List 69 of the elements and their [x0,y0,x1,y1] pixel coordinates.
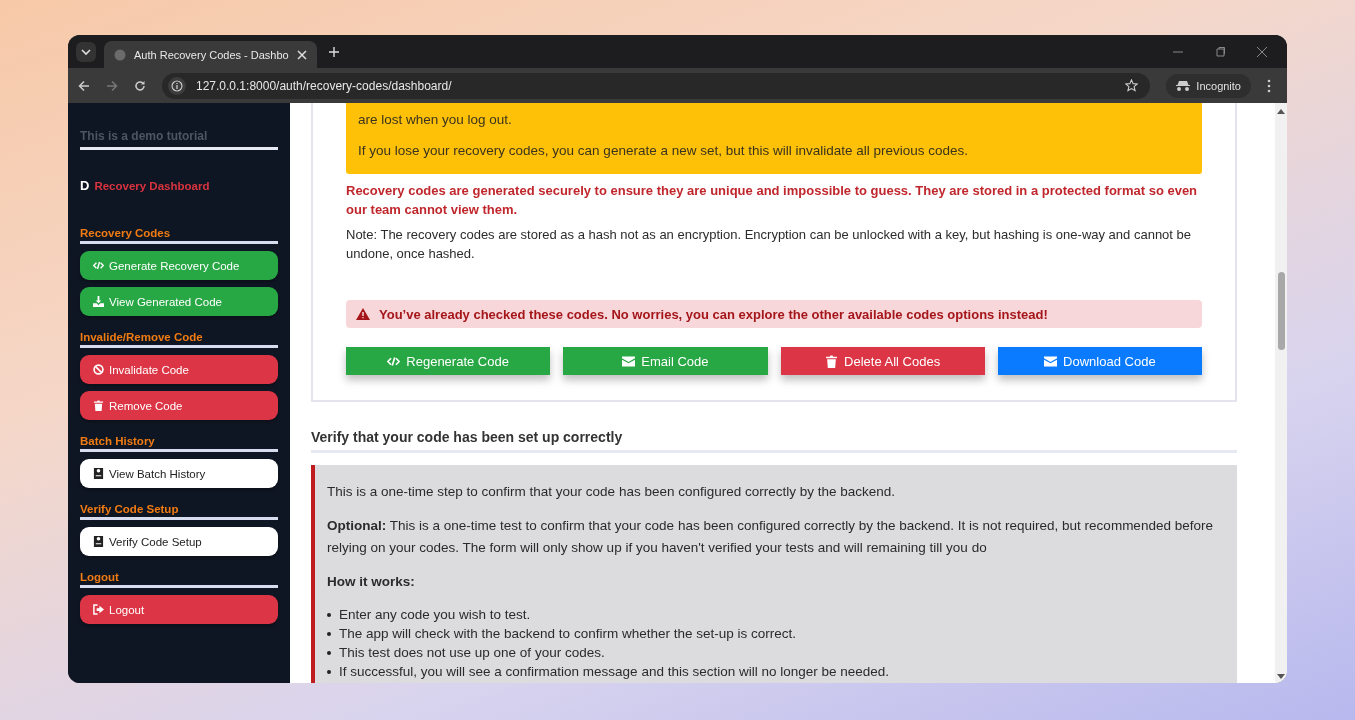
intro-text: This is a one-time step to confirm that your code has been configured correctly by the backend. [327,483,897,501]
trash-icon [93,400,104,411]
step-text: The app will check with the backend to confirm whether the set-up is correct. [339,625,796,643]
browser-tab[interactable]: Auth Recovery Codes - Dashbo [104,41,317,68]
book-icon [93,536,104,547]
section-heading: Verify that your code has been set up correctly [311,429,1237,453]
incognito-icon [1176,80,1191,91]
sidebar-button[interactable]: Generate Recovery Code [80,251,278,280]
bullet-icon [327,669,331,674]
logout-icon [93,604,104,615]
scroll-up-icon[interactable] [1277,109,1285,114]
scroll-thumb[interactable] [1277,272,1285,350]
section-title: Verify Code Setup [80,499,278,520]
sidebar-button[interactable]: Verify Code Setup [80,527,278,556]
code-icon [93,260,104,271]
sidebar-button[interactable]: Invalidate Code [80,355,278,384]
envelope-icon [622,354,636,368]
section-title: Invalide/Remove Code [80,327,278,348]
back-icon[interactable] [78,79,90,92]
action-button[interactable]: Download Code [997,347,1202,375]
security-text: Recovery codes are generated securely to ensure they are unique and impossible to guess. They are stored in a protected format so even our team cannot view them. [346,182,1199,219]
tab-list-button[interactable] [76,41,96,62]
sidebar-button[interactable]: Remove Code [80,391,278,420]
step-text: Enter any code you wish to test. [339,606,531,624]
bullet-icon [327,650,331,655]
section-title: Logout [80,567,278,588]
alert-text: You’ve already checked these codes. No worries, you can explore the other available codes options instead! [379,306,1048,322]
brand-letter: D [80,178,90,193]
step-text: If successful, you will see a confirmation message and this section will no longer be needed. [339,663,890,681]
tagline: This is a demo tutorial [80,129,278,150]
incognito-button[interactable]: Incognito [1166,73,1251,98]
url-text: 127.0.0.1:8000/auth/recovery-codes/dashboard/ [196,78,452,93]
bullet-icon [327,631,331,636]
new-tab-icon[interactable] [328,46,339,57]
how-it-works-title: How it works: [327,573,416,591]
code-icon [387,354,401,368]
restore-icon[interactable] [1215,46,1225,57]
action-button[interactable]: Delete All Codes [780,347,985,375]
warning-icon [356,308,370,320]
star-icon[interactable] [1125,79,1139,92]
close-icon[interactable] [1257,46,1267,57]
action-button[interactable]: Email Code [563,347,768,375]
ban-icon [93,364,104,375]
envelope-icon [1044,354,1058,368]
bullet-icon [327,612,331,617]
section-title: Recovery Codes [80,223,278,244]
scrollbar[interactable] [1275,103,1287,683]
note-text: Note: The recovery codes are stored as a hash not as an encryption. Encryption can be unlocked with a key, but hashing is one-way and cannot be undone, once hashed. [346,226,1193,263]
brand-title: Recovery Dashboard [94,179,210,192]
notice-text: If you lose your recovery codes, you can generate a new set, but this will invalidate all previous codes. [358,142,970,160]
sidebar-button[interactable]: Logout [80,595,278,624]
chevron-down-icon [81,46,91,57]
info-icon [168,76,186,95]
section-title: Batch History [80,431,278,452]
download-icon [93,296,104,307]
step-text: This test does not use up one of your codes. [339,644,605,662]
sidebar-button[interactable]: View Batch History [80,459,278,488]
globe-icon [114,48,126,61]
address-bar[interactable]: 127.0.0.1:8000/auth/recovery-codes/dashboard/ [162,72,1151,99]
scroll-down-icon[interactable] [1277,674,1285,679]
trash-icon [825,354,839,368]
menu-icon[interactable] [1267,78,1271,93]
reload-icon[interactable] [134,79,146,92]
book-icon [93,468,104,479]
action-button[interactable]: Regenerate Code [346,347,551,375]
sidebar-button[interactable]: View Generated Code [80,287,278,316]
optional-text: Optional: This is a one-time test to confirm that your code has been configured correctly by the backend. It is not required, but recommended before relying on your codes. The form will only show up if you haven't verified your tests and will remaining till you do [327,517,1214,557]
tab-title: Auth Recovery Codes - Dashbo [134,48,289,61]
notice-text: are lost when you log out. [358,111,513,129]
